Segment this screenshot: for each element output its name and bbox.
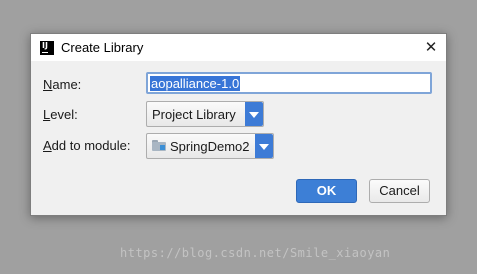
module-dropdown-value: SpringDemo2: [170, 139, 250, 154]
title-bar[interactable]: IJ Create Library ✕: [31, 34, 446, 61]
intellij-icon-text: IJ: [42, 41, 48, 50]
module-dropdown[interactable]: SpringDemo2: [146, 133, 274, 159]
name-label: Name:: [43, 77, 82, 92]
dialog-title: Create Library: [61, 40, 144, 55]
create-library-dialog: IJ Create Library ✕ Name: aopalliance-1.…: [30, 33, 447, 216]
module-folder-icon: [152, 140, 166, 151]
level-dropdown-value: Project Library: [152, 107, 236, 122]
cancel-button[interactable]: Cancel: [369, 179, 430, 203]
intellij-icon: IJ: [40, 41, 54, 55]
add-to-module-label: Add to module:: [43, 138, 131, 153]
chevron-down-icon[interactable]: [245, 102, 263, 126]
chevron-down-icon[interactable]: [255, 134, 273, 158]
level-dropdown[interactable]: Project Library: [146, 101, 264, 127]
ok-button[interactable]: OK: [296, 179, 357, 203]
close-icon[interactable]: ✕: [416, 34, 446, 61]
name-input-value[interactable]: aopalliance-1.0: [150, 76, 241, 91]
name-input[interactable]: aopalliance-1.0: [146, 72, 432, 94]
watermark: https://blog.csdn.net/Smile_xiaoyan: [120, 246, 391, 260]
level-label: Level:: [43, 107, 78, 122]
